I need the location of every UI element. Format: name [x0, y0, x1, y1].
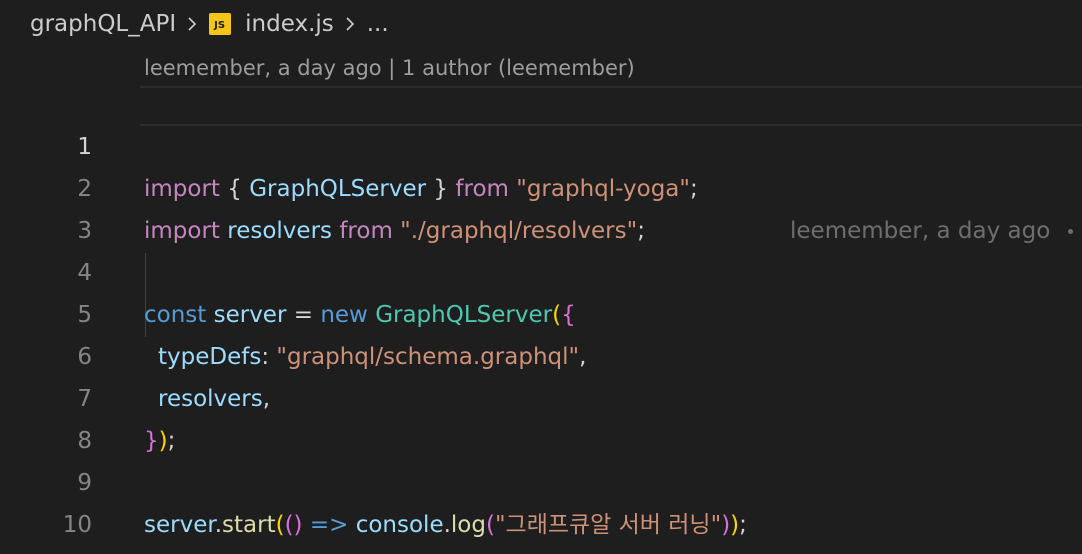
code-line[interactable]: 6 resolvers, [0, 294, 1082, 412]
breadcrumb: graphQL_API JS index.js ... [30, 6, 389, 42]
code-line[interactable]: 1 import { GraphQLServer } from "graphql… [0, 84, 1082, 244]
code-line[interactable]: 5 typeDefs: "graphql/schema.graphql", [0, 252, 1082, 370]
code-line[interactable]: 10 [0, 462, 1082, 538]
code-line[interactable]: 8 [0, 378, 1082, 454]
chevron-right-icon [343, 17, 357, 31]
code-editor[interactable]: 1 import { GraphQLServer } from "graphql… [0, 84, 1082, 538]
code-line[interactable]: 4 const server = new GraphQLServer({ [0, 210, 1082, 328]
git-blame-codelens[interactable]: leemember, a day ago | 1 author (leememb… [144, 54, 635, 82]
code-line[interactable]: 9 server.start(() => console.log("그래프큐알 … [0, 420, 1082, 538]
chevron-right-icon [185, 17, 199, 31]
code-line[interactable]: 2 import resolvers from "./graphql/resol… [0, 126, 1082, 244]
breadcrumb-more[interactable]: ... [367, 11, 389, 37]
line-number: 10 [62, 512, 92, 538]
code-content: server.start(() => console.log("그래프큐알 서버… [144, 512, 747, 538]
javascript-file-icon: JS [209, 13, 232, 35]
breadcrumb-folder[interactable]: graphQL_API [30, 11, 176, 37]
breadcrumb-file[interactable]: index.js [245, 11, 334, 37]
code-line[interactable]: 3 [0, 168, 1082, 244]
code-line[interactable]: 7 }); [0, 336, 1082, 454]
